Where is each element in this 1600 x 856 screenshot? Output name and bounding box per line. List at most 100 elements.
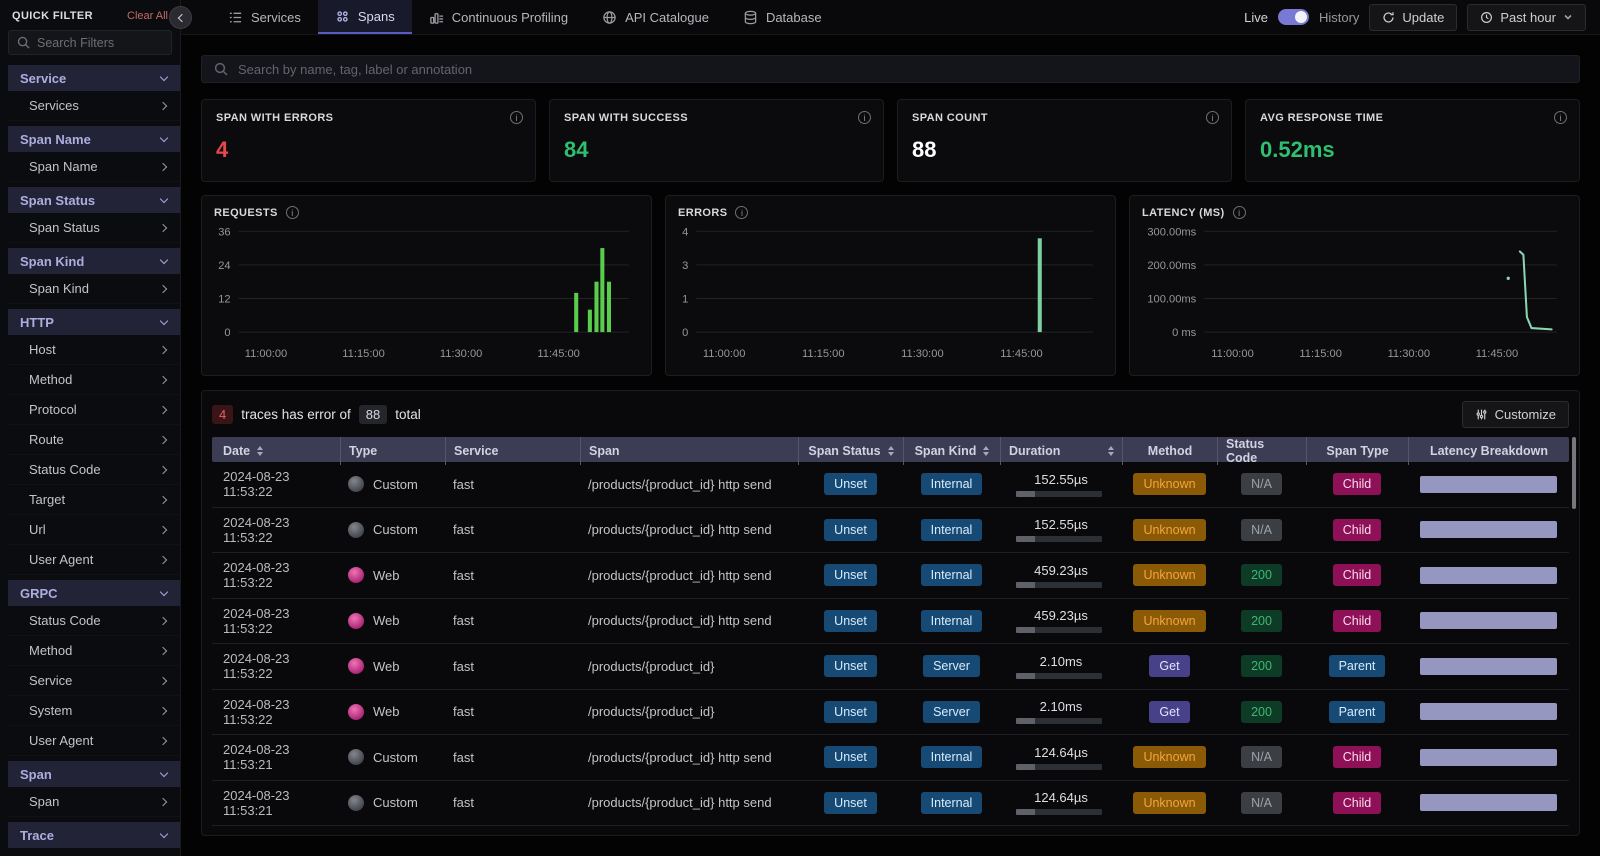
metric-cards: SPAN WITH ERRORS 4 SPAN WITH SUCCESS 84 … bbox=[201, 99, 1580, 182]
svg-text:24: 24 bbox=[218, 260, 230, 272]
live-history-toggle[interactable] bbox=[1277, 9, 1309, 25]
cell-type: Web bbox=[373, 567, 400, 583]
col-label: Method bbox=[1147, 444, 1193, 458]
filter-item-span[interactable]: Span bbox=[8, 787, 180, 817]
cell-service: fast bbox=[453, 658, 474, 674]
sidebar-collapse-button[interactable] bbox=[169, 6, 192, 29]
table-row[interactable]: 2024-08-23 11:53:22 Web fast/products/{pro… bbox=[212, 690, 1569, 735]
table-row[interactable]: 2024-08-23 11:53:22 Web fast/products/{pro… bbox=[212, 553, 1569, 599]
info-icon[interactable] bbox=[1206, 111, 1219, 124]
method-badge: Get bbox=[1149, 655, 1190, 678]
span-kind-badge: Internal bbox=[920, 791, 983, 814]
info-icon[interactable] bbox=[735, 206, 749, 219]
table-row[interactable]: 2024-08-23 11:53:22 Web fast/products/{pro… bbox=[212, 599, 1569, 644]
info-icon[interactable] bbox=[858, 111, 871, 124]
filter-label: Services bbox=[29, 98, 79, 113]
filter-item-method[interactable]: Method bbox=[8, 636, 180, 666]
filter-group-span[interactable]: Span bbox=[8, 761, 180, 787]
cell-date: 2024-08-23 11:53:21 bbox=[223, 787, 290, 818]
filter-item-span-kind[interactable]: Span Kind bbox=[8, 274, 180, 304]
col-service: Service bbox=[445, 437, 580, 465]
table-row[interactable]: 2024-08-23 11:53:21 Custom fast/products/{… bbox=[212, 735, 1569, 781]
filter-item-protocol[interactable]: Protocol bbox=[8, 395, 180, 425]
filter-search-input[interactable] bbox=[37, 35, 157, 50]
filter-item-status-code[interactable]: Status Code bbox=[8, 455, 180, 485]
filter-group-span-status[interactable]: Span Status bbox=[8, 187, 180, 213]
col-date[interactable]: Date bbox=[212, 437, 340, 465]
status-code-badge: 200 bbox=[1241, 655, 1282, 678]
sort-icon[interactable] bbox=[257, 446, 264, 456]
span-search-box[interactable] bbox=[201, 55, 1580, 83]
span-kind-badge: Internal bbox=[920, 609, 983, 632]
table-row[interactable]: 2024-08-23 11:53:21 Custom fast/products/{… bbox=[212, 781, 1569, 826]
info-icon[interactable] bbox=[510, 111, 523, 124]
table-row[interactable]: 2024-08-23 11:53:22 Custom fast/products/{… bbox=[212, 462, 1569, 508]
col-type: Type bbox=[340, 437, 445, 465]
sort-icon[interactable] bbox=[983, 446, 990, 456]
table-scrollbar[interactable] bbox=[1572, 437, 1576, 509]
filter-item-services[interactable]: Services bbox=[8, 91, 180, 121]
latency-breakdown-bar bbox=[1420, 521, 1557, 539]
filter-item-url[interactable]: Url bbox=[8, 515, 180, 545]
latency-chart: 0 ms 100.00ms 200.00ms 300.00ms 11:00:00 11:1… bbox=[1147, 226, 1557, 360]
customize-button[interactable]: Customize bbox=[1461, 400, 1569, 428]
table-info-bar: 4 traces has error of 88 total Customize bbox=[212, 400, 1569, 428]
filter-item-status-code[interactable]: Status Code bbox=[8, 606, 180, 636]
info-icon[interactable] bbox=[1232, 206, 1246, 219]
col-status-code: Status Code bbox=[1217, 437, 1306, 465]
svg-text:11:15:00: 11:15:00 bbox=[342, 348, 384, 360]
filter-item-target[interactable]: Target bbox=[8, 485, 180, 515]
span-search-input[interactable] bbox=[238, 61, 1567, 77]
filter-group-http[interactable]: HTTP bbox=[8, 309, 180, 335]
filter-group-grpc[interactable]: GRPC bbox=[8, 580, 180, 606]
col-method: Method bbox=[1122, 437, 1217, 465]
toggle-knob bbox=[1294, 11, 1307, 23]
clear-all-button[interactable]: Clear All bbox=[127, 10, 168, 22]
tab-database[interactable]: Database bbox=[726, 0, 839, 34]
sort-icon[interactable] bbox=[1108, 446, 1114, 456]
sliders-icon bbox=[1476, 409, 1487, 419]
custom-type-icon bbox=[348, 794, 364, 811]
filter-item-system[interactable]: System bbox=[8, 696, 180, 726]
card-value: 4 bbox=[216, 137, 229, 162]
col-span-status[interactable]: Span Status bbox=[798, 437, 903, 465]
filter-group-span-name[interactable]: Span Name bbox=[8, 126, 180, 152]
svg-text:1: 1 bbox=[682, 294, 688, 306]
tab-continuous-profiling[interactable]: Continuous Profiling bbox=[412, 0, 585, 34]
cell-duration: 124.64µs bbox=[1034, 790, 1088, 806]
filter-item-route[interactable]: Route bbox=[8, 425, 180, 455]
filter-group-span-kind[interactable]: Span Kind bbox=[8, 248, 180, 274]
table-row[interactable]: 2024-08-23 11:53:22 Web fast/products/{pro… bbox=[212, 644, 1569, 690]
filter-item-span-name[interactable]: Span Name bbox=[8, 152, 180, 182]
filter-item-method[interactable]: Method bbox=[8, 365, 180, 395]
filter-label: Target bbox=[29, 492, 66, 507]
filter-group-service[interactable]: Service bbox=[8, 65, 180, 91]
status-code-badge: N/A bbox=[1241, 518, 1282, 541]
update-button[interactable]: Update bbox=[1369, 3, 1458, 31]
chart-title: LATENCY (MS) bbox=[1142, 206, 1225, 219]
filter-item-user-agent[interactable]: User Agent bbox=[8, 726, 180, 756]
filter-label: Span Name bbox=[29, 159, 98, 174]
tab-spans[interactable]: Spans bbox=[317, 0, 412, 34]
sort-icon[interactable] bbox=[887, 446, 894, 456]
filter-item-host[interactable]: Host bbox=[8, 335, 180, 365]
info-icon[interactable] bbox=[1554, 111, 1567, 124]
filter-label: System bbox=[29, 703, 73, 718]
chevron-down-icon bbox=[159, 72, 169, 81]
filter-item-span-status[interactable]: Span Status bbox=[8, 213, 180, 243]
span-status-badge: Unset bbox=[824, 473, 877, 496]
filter-group-trace[interactable]: Trace bbox=[8, 822, 180, 848]
span-status-badge: Unset bbox=[824, 791, 877, 814]
tab-services[interactable]: Services bbox=[211, 0, 318, 34]
latency-breakdown-bar bbox=[1420, 703, 1557, 721]
cell-span: /products/{product_id} http send bbox=[588, 476, 772, 492]
col-span-kind[interactable]: Span Kind bbox=[903, 437, 1000, 465]
filter-item-service[interactable]: Service bbox=[8, 666, 180, 696]
filter-search-box[interactable] bbox=[8, 30, 172, 55]
info-icon[interactable] bbox=[285, 206, 299, 219]
table-row[interactable]: 2024-08-23 11:53:22 Custom fast/products/{… bbox=[212, 508, 1569, 553]
col-duration[interactable]: Duration bbox=[1000, 437, 1122, 465]
filter-item-user-agent[interactable]: User Agent bbox=[8, 545, 180, 575]
tab-api-catalogue[interactable]: API Catalogue bbox=[585, 0, 726, 34]
time-range-button[interactable]: Past hour bbox=[1467, 3, 1586, 31]
